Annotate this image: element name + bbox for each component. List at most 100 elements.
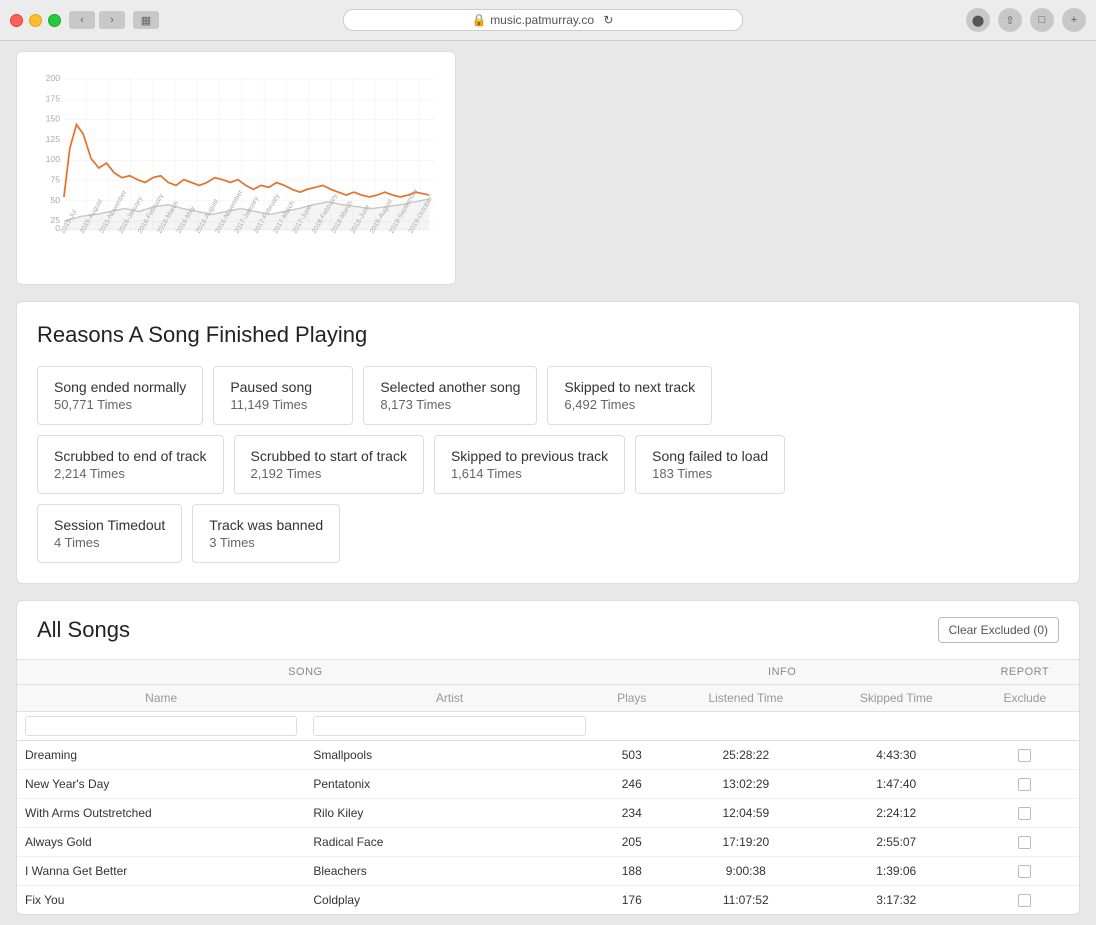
col-skipped: Skipped Time (822, 685, 971, 712)
reasons-title: Reasons A Song Finished Playing (37, 322, 1059, 348)
reason-value-8: 4 Times (54, 535, 165, 550)
toolbar-icons: ⬤ ⇧ □ + (966, 8, 1086, 32)
cell-exclude (971, 741, 1079, 770)
reason-item-8: Session Timedout 4 Times (37, 504, 182, 563)
group-report-header: Report (971, 660, 1079, 685)
address-bar-row: 🔒 music.patmurray.co ↻ ⬤ ⇧ □ + (167, 8, 1086, 32)
cell-exclude (971, 799, 1079, 828)
reason-label-4: Scrubbed to end of track (54, 448, 207, 464)
svg-text:75: 75 (50, 175, 60, 185)
reason-value-0: 50,771 Times (54, 397, 186, 412)
cell-plays: 503 (594, 741, 670, 770)
reason-value-5: 2,192 Times (251, 466, 407, 481)
cell-exclude (971, 857, 1079, 886)
reason-value-2: 8,173 Times (380, 397, 520, 412)
filter-artist-input[interactable] (313, 716, 585, 736)
reason-item-6a: Skipped to previous track 1,614 Times (434, 435, 625, 494)
exclude-checkbox[interactable] (1018, 749, 1031, 762)
reason-label-0: Song ended normally (54, 379, 186, 395)
reason-value-6: 1,614 Times (451, 466, 608, 481)
reason-value-7: 183 Times (652, 466, 768, 481)
add-tab-icon[interactable]: + (1062, 8, 1086, 32)
svg-text:200: 200 (46, 73, 61, 83)
filter-name-input[interactable] (25, 716, 297, 736)
address-bar[interactable]: 🔒 music.patmurray.co ↻ (343, 9, 743, 31)
reload-icon[interactable]: ↻ (603, 13, 613, 27)
svg-text:125: 125 (46, 134, 61, 144)
reason-value-4: 2,214 Times (54, 466, 207, 481)
reason-item-1: Paused song 11,149 Times (213, 366, 353, 425)
extensions-icon[interactable]: ⬤ (966, 8, 990, 32)
reason-label-5: Scrubbed to start of track (251, 448, 407, 464)
lock-icon: 🔒 (472, 13, 487, 27)
cell-name: Dreaming (17, 741, 305, 770)
traffic-lights (10, 14, 61, 27)
reason-item-3: Skipped to next track 6,492 Times (547, 366, 712, 425)
cell-artist: Rilo Kiley (305, 799, 593, 828)
col-name: Name (17, 685, 305, 712)
share-icon[interactable]: ⇧ (998, 8, 1022, 32)
songs-table: Song Info Report Name Artist Plays Liste… (17, 659, 1079, 914)
chart-card: 200 175 150 125 100 75 50 25 0 (16, 51, 456, 285)
cell-listened: 11:07:52 (670, 886, 822, 915)
forward-button[interactable]: › (99, 11, 125, 29)
songs-card: All Songs Clear Excluded (0) Song Info R… (16, 600, 1080, 915)
content-area: 200 175 150 125 100 75 50 25 0 (0, 41, 1096, 925)
reason-label-6: Skipped to previous track (451, 448, 608, 464)
close-button[interactable] (10, 14, 23, 27)
svg-text:150: 150 (46, 114, 61, 124)
cell-artist: Pentatonix (305, 770, 593, 799)
exclude-checkbox[interactable] (1018, 865, 1031, 878)
group-song-header: Song (17, 660, 594, 685)
new-tab-icon[interactable]: □ (1030, 8, 1054, 32)
url-text: music.patmurray.co (490, 13, 594, 27)
exclude-checkbox[interactable] (1018, 894, 1031, 907)
table-row: I Wanna Get Better Bleachers 188 9:00:38… (17, 857, 1079, 886)
cell-skipped: 1:39:06 (822, 857, 971, 886)
exclude-checkbox[interactable] (1018, 778, 1031, 791)
reason-item-7a: Song failed to load 183 Times (635, 435, 785, 494)
reason-label-7: Song failed to load (652, 448, 768, 464)
cell-name: New Year's Day (17, 770, 305, 799)
filter-skipped (822, 712, 971, 741)
fullscreen-button[interactable] (48, 14, 61, 27)
clear-excluded-button[interactable]: Clear Excluded (0) (938, 617, 1059, 643)
svg-text:175: 175 (46, 93, 61, 103)
cell-listened: 12:04:59 (670, 799, 822, 828)
reason-item-4: Scrubbed to end of track 2,214 Times Scr… (37, 435, 1059, 494)
cell-listened: 17:19:20 (670, 828, 822, 857)
nav-buttons: ‹ › (69, 11, 125, 29)
reason-item-4a: Scrubbed to end of track 2,214 Times (37, 435, 224, 494)
chart-svg: 200 175 150 125 100 75 50 25 0 (33, 68, 439, 268)
minimize-button[interactable] (29, 14, 42, 27)
reasons-grid: Song ended normally 50,771 Times Paused … (37, 366, 1059, 563)
filter-exclude (971, 712, 1079, 741)
cell-plays: 246 (594, 770, 670, 799)
reason-item-0: Song ended normally 50,771 Times (37, 366, 203, 425)
svg-text:100: 100 (46, 154, 61, 164)
cell-plays: 176 (594, 886, 670, 915)
svg-text:50: 50 (50, 195, 60, 205)
exclude-checkbox[interactable] (1018, 807, 1031, 820)
cell-artist: Bleachers (305, 857, 593, 886)
reason-value-3: 6,492 Times (564, 397, 695, 412)
cell-exclude (971, 886, 1079, 915)
cell-plays: 234 (594, 799, 670, 828)
reason-value-9: 3 Times (209, 535, 323, 550)
cell-name: Fix You (17, 886, 305, 915)
cell-exclude (971, 770, 1079, 799)
filter-artist[interactable] (305, 712, 593, 741)
cell-skipped: 2:24:12 (822, 799, 971, 828)
cell-artist: Smallpools (305, 741, 593, 770)
back-button[interactable]: ‹ (69, 11, 95, 29)
reason-label-9: Track was banned (209, 517, 323, 533)
reason-label-1: Paused song (230, 379, 336, 395)
cell-skipped: 4:43:30 (822, 741, 971, 770)
reasons-card: Reasons A Song Finished Playing Song end… (16, 301, 1080, 584)
cell-plays: 205 (594, 828, 670, 857)
filter-name[interactable] (17, 712, 305, 741)
cell-plays: 188 (594, 857, 670, 886)
sidebar-toggle-button[interactable]: ▦ (133, 11, 159, 29)
reason-item-5a: Scrubbed to start of track 2,192 Times (234, 435, 424, 494)
cell-name: Always Gold (17, 828, 305, 857)
